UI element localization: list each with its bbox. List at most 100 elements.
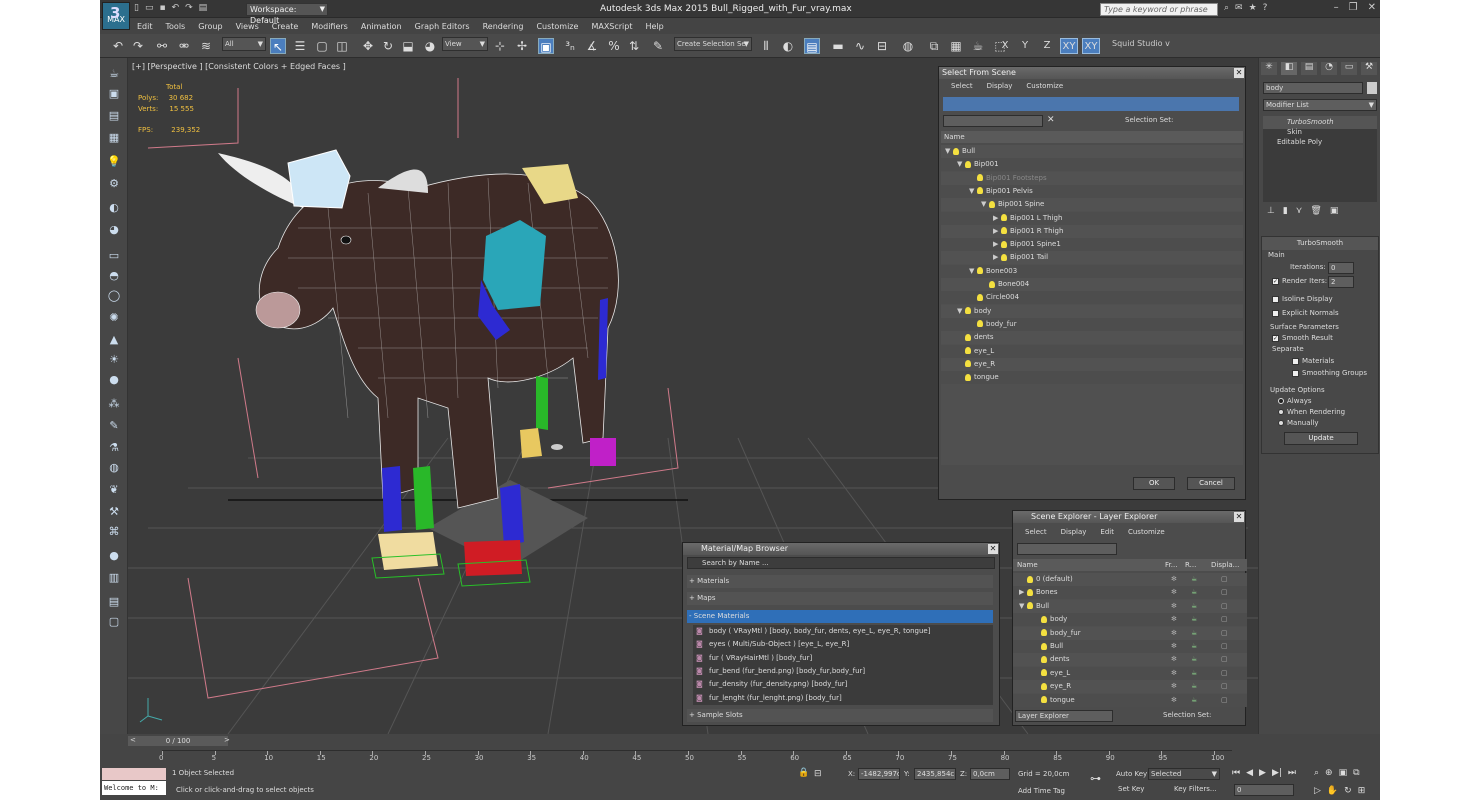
expand-toggle-icon[interactable]: ▶	[993, 225, 1001, 238]
selection-filter-dropdown[interactable]: All ▼	[222, 37, 266, 51]
ribbon-icon[interactable]: ▬	[830, 38, 846, 54]
table-icon[interactable]: ▥	[106, 570, 122, 586]
render-teapot-icon[interactable]: ☕	[1191, 600, 1197, 613]
sun-icon[interactable]: ☀	[106, 352, 122, 368]
freeze-icon[interactable]: ✻	[1171, 627, 1177, 640]
tree-node[interactable]: ▼ Bone003	[941, 264, 1243, 278]
visibility-bulb-icon[interactable]	[1027, 602, 1033, 610]
menu-rendering[interactable]: Rendering	[483, 22, 524, 31]
modifier-list-dropdown[interactable]: Modifier List ▼	[1263, 99, 1377, 111]
named-selection-dropdown[interactable]: Create Selection Se ▼	[674, 37, 752, 51]
particles-icon[interactable]: ⁂	[106, 396, 122, 412]
expand-toggle-icon[interactable]: ▼	[957, 158, 965, 171]
viewport-label[interactable]: [+] [Perspective ] [Consistent Colors + …	[132, 62, 346, 71]
help-icon[interactable]: ?	[1263, 3, 1268, 13]
tree-node[interactable]: ▼ Bip001 Spine	[941, 198, 1243, 212]
material-search-field[interactable]: Search by Name ...	[687, 557, 995, 569]
section-sample-slots[interactable]: + Sample Slots	[687, 709, 993, 722]
redo-icon[interactable]: ↷	[130, 38, 146, 54]
layer-row[interactable]: ▶ Bones ✻ ☕ ▢	[1013, 586, 1247, 600]
pivot-center-icon[interactable]: ⊹	[492, 38, 508, 54]
grid-icon[interactable]: ▦	[106, 130, 122, 146]
curve-editor-icon[interactable]: ∿	[852, 38, 868, 54]
menu-customize[interactable]: Customize	[1128, 528, 1165, 536]
minimize-icon[interactable]: –	[1334, 2, 1339, 13]
ball-icon[interactable]: ●	[106, 548, 122, 564]
display-box-icon[interactable]: ▢	[1221, 667, 1228, 680]
visibility-bulb-icon[interactable]	[977, 320, 983, 328]
key-icon[interactable]: ⊶	[1090, 772, 1101, 785]
render-teapot-icon[interactable]: ☕	[1191, 680, 1197, 693]
next-key-icon[interactable]: ▶|	[1272, 768, 1282, 778]
globe-icon[interactable]: ◍	[106, 460, 122, 476]
expand-toggle-icon[interactable]: ▼	[957, 305, 965, 318]
subscription-icon[interactable]: ✉	[1235, 3, 1243, 13]
spray-icon[interactable]: ⚗	[106, 440, 122, 456]
visibility-bulb-icon[interactable]	[977, 293, 983, 301]
make-unique-icon[interactable]: ⋎	[1296, 206, 1303, 220]
explorer-type-dropdown[interactable]: Layer Explorer	[1015, 710, 1113, 722]
render-teapot-icon[interactable]: ☕	[1191, 667, 1197, 680]
menu-graph-editors[interactable]: Graph Editors	[415, 22, 470, 31]
y-coordinate[interactable]: 2435,854c	[914, 768, 956, 780]
go-to-start-icon[interactable]: ⏮	[1232, 768, 1240, 778]
pin-stack-icon[interactable]: ⊥	[1267, 206, 1275, 220]
tree-node[interactable]: Bip001 Footsteps	[941, 171, 1243, 185]
spinner-snap-icon[interactable]: ⇅	[626, 38, 642, 54]
undo-icon[interactable]: ↶	[172, 3, 180, 13]
key-filters-button[interactable]: Key Filters...	[1174, 785, 1217, 793]
layer-row[interactable]: body ✻ ☕ ▢	[1013, 613, 1247, 627]
menu-select[interactable]: Select	[1025, 528, 1047, 536]
material-item[interactable]: ◙ eyes ( Multi/Sub-Object ) [eye_L, eye_R…	[693, 638, 993, 651]
visibility-bulb-icon[interactable]	[1027, 588, 1033, 596]
visibility-bulb-icon[interactable]	[1001, 214, 1007, 221]
menu-modifiers[interactable]: Modifiers	[311, 22, 348, 31]
explicit-normals-checkbox[interactable]	[1272, 309, 1279, 317]
visibility-bulb-icon[interactable]	[1001, 240, 1007, 248]
auto-key-button[interactable]: Auto Key	[1116, 770, 1147, 778]
lock-selection-icon[interactable]: 🔒	[798, 768, 809, 778]
menu-views[interactable]: Views	[236, 22, 259, 31]
link-icon[interactable]: ⚯	[154, 38, 170, 54]
layer-row[interactable]: eye_R ✻ ☕ ▢	[1013, 680, 1247, 694]
render-teapot-icon[interactable]: ☕	[1191, 627, 1197, 640]
explorer-search-field[interactable]	[1017, 543, 1117, 555]
visibility-bulb-icon[interactable]	[1041, 696, 1047, 704]
next-frame-icon[interactable]: >	[224, 736, 230, 744]
time-slider[interactable]: 0 / 100	[128, 736, 228, 746]
ok-button[interactable]: OK	[1133, 477, 1175, 490]
freeze-icon[interactable]: ✻	[1171, 613, 1177, 626]
tree-node[interactable]: ▼ Bull	[941, 145, 1243, 158]
layer-row[interactable]: body_fur ✻ ☕ ▢	[1013, 626, 1247, 640]
expand-toggle-icon[interactable]: ▶	[993, 212, 1001, 225]
light-icon[interactable]: 💡	[106, 154, 122, 170]
freeze-icon[interactable]: ✻	[1171, 640, 1177, 653]
shape-icon[interactable]: ◕	[106, 222, 122, 238]
visibility-bulb-icon[interactable]	[1041, 642, 1047, 650]
render-teapot-icon[interactable]: ☕	[1191, 573, 1197, 586]
x-coordinate[interactable]: -1482,997c	[858, 768, 900, 780]
zoom-extents-icon[interactable]: ▣	[1339, 768, 1348, 778]
redo-icon[interactable]: ↷	[185, 3, 193, 13]
menu-select[interactable]: Select	[951, 82, 973, 90]
hierarchy-tab-icon[interactable]: ▤	[1301, 62, 1317, 75]
display-box-icon[interactable]: ▢	[1221, 573, 1228, 586]
expand-toggle-icon[interactable]: ▼	[969, 265, 977, 278]
expand-toggle-icon[interactable]: ▶	[993, 238, 1001, 251]
when-rendering-radio[interactable]	[1278, 409, 1284, 415]
material-editor-icon[interactable]: ◍	[900, 38, 916, 54]
expand-toggle-icon[interactable]: ▼	[945, 145, 953, 158]
dome-icon[interactable]: ◓	[106, 268, 122, 284]
display-tab-icon[interactable]: ▭	[1341, 62, 1357, 75]
rotate-icon[interactable]: ↻	[380, 38, 396, 54]
close-icon[interactable]: ✕	[1234, 512, 1244, 522]
close-icon[interactable]: ✕	[1368, 2, 1376, 13]
display-box-icon[interactable]: ▢	[1221, 694, 1228, 707]
tree-node[interactable]: ▼ body	[941, 304, 1243, 318]
display-box-icon[interactable]: ▢	[1221, 653, 1228, 666]
tree-node[interactable]: ▶ Bip001 R Thigh	[941, 224, 1243, 238]
box-icon[interactable]: ▭	[106, 248, 122, 264]
menu-tools[interactable]: Tools	[166, 22, 186, 31]
tree-node[interactable]: Bone004	[941, 278, 1243, 291]
render-teapot-icon[interactable]: ☕	[1191, 694, 1197, 707]
